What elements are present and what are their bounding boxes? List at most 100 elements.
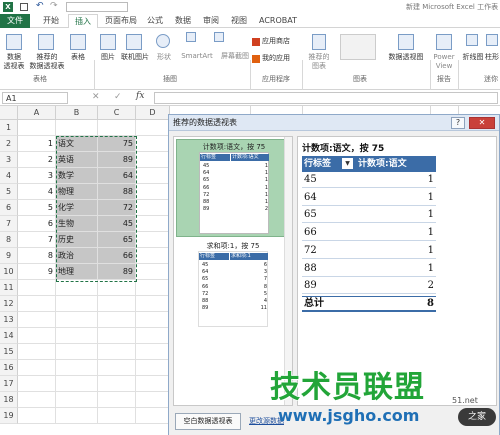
row-header[interactable]: 19 <box>0 408 18 424</box>
sheet-cell[interactable]: 8 <box>18 248 56 264</box>
tab-acrobat[interactable]: ACROBAT <box>256 14 300 28</box>
row-header[interactable]: 9 <box>0 248 18 264</box>
select-all-corner[interactable] <box>0 106 18 120</box>
row-header[interactable]: 13 <box>0 312 18 328</box>
sheet-cell[interactable] <box>136 376 170 392</box>
sheet-cell[interactable] <box>56 392 98 408</box>
row-header[interactable]: 16 <box>0 360 18 376</box>
sheet-cell[interactable] <box>136 392 170 408</box>
function-icon[interactable]: fx <box>136 91 144 101</box>
power-view-button[interactable]: Power View <box>430 53 458 71</box>
row-header[interactable]: 3 <box>0 152 18 168</box>
row-header[interactable]: 10 <box>0 264 18 280</box>
sheet-cell[interactable] <box>56 408 98 424</box>
pivot-option-card[interactable]: 求和项:1，按 75 行标签 求和项:1 45 6 64 3 65 7 66 8 72 5 88 4 8… <box>176 239 290 329</box>
online-picture-icon[interactable] <box>126 34 142 50</box>
power-view-icon[interactable] <box>436 34 452 50</box>
sheet-cell[interactable] <box>136 328 170 344</box>
cancel-icon[interactable]: ✕ <box>92 92 100 102</box>
screenshot-button[interactable]: 屏幕截图 <box>218 52 252 61</box>
column-header[interactable]: A <box>18 106 56 120</box>
sheet-cell[interactable] <box>56 120 98 136</box>
sheet-cell[interactable] <box>18 280 56 296</box>
sheet-cell[interactable] <box>98 392 136 408</box>
sheet-cell[interactable] <box>18 328 56 344</box>
redo-icon[interactable]: ↷ <box>50 1 58 11</box>
tab-file[interactable]: 文件 <box>0 14 30 28</box>
sheet-cell[interactable] <box>56 344 98 360</box>
pivot-option-card-selected[interactable]: 计数项:语文，按 75 行标签 计数项:语文 45 1 64 1 65 1 66 1 72 1 88… <box>176 139 290 237</box>
column-header[interactable]: D <box>136 106 170 120</box>
sheet-cell[interactable] <box>136 312 170 328</box>
sheet-cell[interactable] <box>136 296 170 312</box>
sheet-cell[interactable] <box>136 248 170 264</box>
sheet-cell[interactable] <box>18 312 56 328</box>
sheet-cell[interactable] <box>98 360 136 376</box>
sheet-cell[interactable] <box>136 408 170 424</box>
table-icon[interactable] <box>70 34 86 50</box>
column-chart-icon[interactable] <box>486 34 498 46</box>
sheet-cell[interactable] <box>136 136 170 152</box>
pivot-table-button[interactable]: 数据 透视表 <box>0 53 28 71</box>
undo-icon[interactable]: ↶ <box>36 1 44 11</box>
sheet-cell[interactable] <box>98 280 136 296</box>
tab-review[interactable]: 审阅 <box>198 14 224 28</box>
sheet-cell[interactable] <box>136 360 170 376</box>
row-header[interactable]: 12 <box>0 296 18 312</box>
sheet-cell[interactable] <box>18 376 56 392</box>
picture-button[interactable]: 图片 <box>96 53 120 62</box>
sheet-cell[interactable] <box>18 360 56 376</box>
filter-dropdown-icon[interactable]: ▼ <box>342 158 353 169</box>
tab-view[interactable]: 视图 <box>226 14 252 28</box>
tab-formulas[interactable]: 公式 <box>142 14 168 28</box>
pivot-chart-button[interactable]: 数据透视图 <box>384 53 428 62</box>
sheet-cell[interactable] <box>136 184 170 200</box>
tab-page-layout[interactable]: 页面布局 <box>100 14 142 28</box>
sheet-cell[interactable] <box>136 344 170 360</box>
online-picture-button[interactable]: 联机图片 <box>118 53 152 62</box>
line-chart-button[interactable]: 折线图 <box>460 53 486 62</box>
row-header[interactable]: 11 <box>0 280 18 296</box>
sheet-cell[interactable] <box>98 120 136 136</box>
sheet-cell[interactable] <box>98 376 136 392</box>
enter-icon[interactable]: ✓ <box>114 92 122 102</box>
sheet-cell[interactable] <box>56 296 98 312</box>
quick-access-box[interactable] <box>66 2 128 12</box>
row-header[interactable]: 4 <box>0 168 18 184</box>
sheet-cell[interactable] <box>136 232 170 248</box>
picture-icon[interactable] <box>100 34 116 50</box>
tab-home[interactable]: 开始 <box>36 14 66 28</box>
row-header[interactable]: 1 <box>0 120 18 136</box>
pivot-chart-icon[interactable] <box>398 34 414 50</box>
column-chart-button[interactable]: 柱形 <box>484 53 500 62</box>
sheet-cell[interactable] <box>56 328 98 344</box>
sheet-cell[interactable] <box>98 328 136 344</box>
sheet-cell[interactable] <box>136 264 170 280</box>
help-button[interactable]: ? <box>451 117 465 129</box>
screenshot-icon[interactable] <box>214 32 224 42</box>
pivot-table-icon[interactable] <box>6 34 22 50</box>
tab-data[interactable]: 数据 <box>170 14 196 28</box>
sheet-cell[interactable] <box>136 216 170 232</box>
row-header[interactable]: 17 <box>0 376 18 392</box>
sheet-cell[interactable] <box>18 392 56 408</box>
name-box[interactable]: A1 <box>2 92 68 104</box>
sheet-cell[interactable]: 9 <box>18 264 56 280</box>
shapes-button[interactable]: 形状 <box>152 53 176 62</box>
row-header[interactable]: 2 <box>0 136 18 152</box>
sheet-cell[interactable] <box>136 152 170 168</box>
sheet-cell[interactable] <box>18 296 56 312</box>
recommended-pivot-icon[interactable] <box>38 34 54 50</box>
my-apps-icon[interactable] <box>252 55 260 63</box>
column-header[interactable]: C <box>98 106 136 120</box>
sheet-cell[interactable] <box>56 312 98 328</box>
sheet-cell[interactable]: 5 <box>18 200 56 216</box>
sheet-cell[interactable] <box>98 408 136 424</box>
sheet-cell[interactable] <box>18 120 56 136</box>
close-button[interactable]: ✕ <box>469 117 495 129</box>
row-header[interactable]: 5 <box>0 184 18 200</box>
sheet-cell[interactable] <box>56 376 98 392</box>
sheet-cell[interactable]: 6 <box>18 216 56 232</box>
formula-input[interactable] <box>154 92 498 104</box>
sheet-cell[interactable] <box>136 200 170 216</box>
